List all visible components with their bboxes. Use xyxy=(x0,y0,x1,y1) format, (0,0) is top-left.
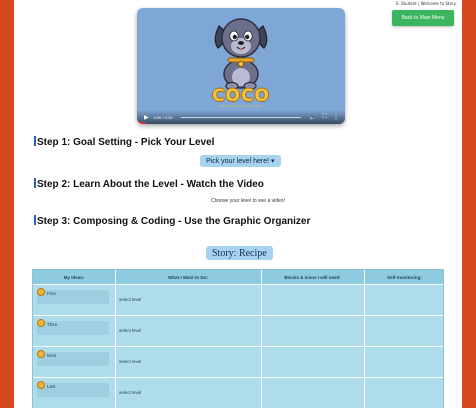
row-divider xyxy=(33,284,443,285)
row-label-first: First xyxy=(47,291,56,296)
choose-level-message: Choose your level to see a video! xyxy=(211,198,285,204)
column-header-blocks-icons: Blocks & Icons I will need: xyxy=(284,274,341,280)
step-bullet-icon xyxy=(34,136,36,146)
user-greeting: S. Student | Welcome to Story xyxy=(395,1,456,6)
row-label-last: Last xyxy=(47,384,56,389)
fullscreen-icon[interactable]: ⛶ xyxy=(323,114,327,121)
step-bullet-icon xyxy=(37,288,45,296)
column-divider xyxy=(364,270,365,408)
step-bullet-icon xyxy=(34,215,36,225)
step-bullet-icon xyxy=(37,381,45,389)
back-to-main-menu-button[interactable]: Back to Main Menu xyxy=(392,10,454,26)
story-title: Story: Recipe xyxy=(206,246,273,260)
column-header-ideas: My Ideas: xyxy=(63,274,85,280)
play-icon[interactable]: ▶ xyxy=(144,114,149,121)
step-bullet-icon xyxy=(37,319,45,327)
pick-level-dropdown[interactable]: Pick your level here! ▾ xyxy=(200,155,281,167)
page: S. Student | Welcome to Story Back to Ma… xyxy=(14,0,462,408)
video-logo-subtitle: COMPOSING & CODING xyxy=(219,104,263,108)
video-scrubber[interactable] xyxy=(180,116,302,118)
step-2-heading: Step 2: Learn About the Level - Watch th… xyxy=(34,178,264,190)
step-bullet-icon xyxy=(37,350,45,358)
step-3-label: Step 3: Composing & Coding - Use the Gra… xyxy=(37,216,311,227)
video-time: 0:00 / 0:33 xyxy=(153,114,173,120)
column-divider xyxy=(261,270,262,408)
step-1-label: Step 1: Goal Setting - Pick Your Level xyxy=(37,137,215,148)
select-level-first[interactable]: select level xyxy=(119,297,141,302)
volume-icon[interactable]: 🔈 xyxy=(309,114,316,121)
step-3-heading: Step 3: Composing & Coding - Use the Gra… xyxy=(34,215,310,227)
graphic-organizer-table: My Ideas: What I Want to Do: Blocks & Ic… xyxy=(32,269,444,408)
row-label-next: Next xyxy=(47,353,57,358)
dog-mascot-icon xyxy=(214,18,268,90)
video-controls: ▶ 0:00 / 0:33 🔈 ⛶ ⋮ xyxy=(137,110,345,124)
step-bullet-icon xyxy=(34,178,36,188)
select-level-next[interactable]: select level xyxy=(119,359,141,364)
row-divider xyxy=(33,315,443,316)
column-header-self-monitoring: Self-monitoring: xyxy=(387,274,422,280)
select-level-last[interactable]: select level xyxy=(119,390,141,395)
more-icon[interactable]: ⋮ xyxy=(333,114,339,121)
column-divider xyxy=(115,270,116,408)
row-divider xyxy=(33,346,443,347)
video-player[interactable]: COCO COMPOSING & CODING ▶ 0:00 / 0:33 🔈 … xyxy=(137,8,345,124)
select-level-then[interactable]: select level xyxy=(119,328,141,333)
row-label-then: Then xyxy=(47,322,58,327)
step-2-label: Step 2: Learn About the Level - Watch th… xyxy=(37,179,264,190)
video-logo-title: COCO xyxy=(212,86,270,106)
step-1-heading: Step 1: Goal Setting - Pick Your Level xyxy=(34,136,214,148)
row-divider xyxy=(33,377,443,378)
column-header-want-to-do: What I Want to Do: xyxy=(168,274,208,280)
video-progress-bar xyxy=(137,122,146,124)
